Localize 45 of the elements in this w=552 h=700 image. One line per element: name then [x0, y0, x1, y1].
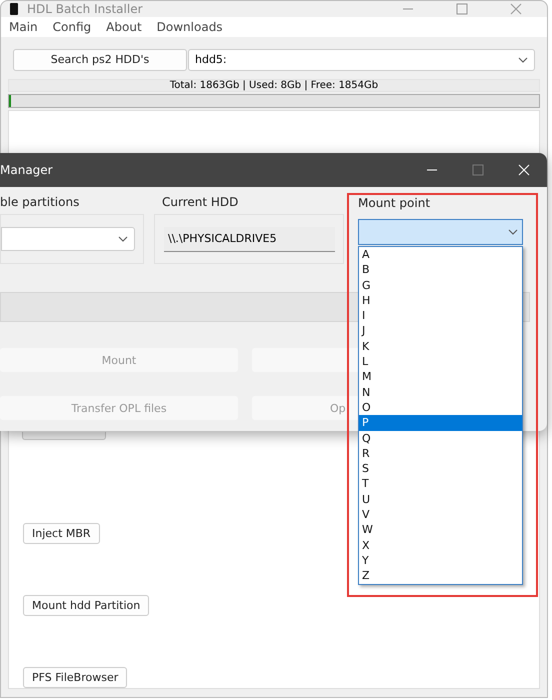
dropdown-option[interactable]: X [359, 538, 522, 553]
action-button[interactable]: PFS FileBrowser [23, 667, 128, 688]
partition-select[interactable] [1, 227, 135, 251]
dropdown-option[interactable]: W [359, 522, 522, 538]
mount-point-select[interactable] [358, 219, 523, 245]
dropdown-option[interactable]: N [359, 384, 522, 400]
app-icon [9, 2, 19, 16]
dropdown-option[interactable]: S [359, 461, 522, 476]
dropdown-option[interactable]: A [359, 247, 522, 262]
dropdown-option[interactable]: G [359, 278, 522, 293]
group-label: ble partitions [0, 195, 80, 209]
dropdown-option[interactable]: B [359, 262, 522, 278]
menu-item[interactable]: Downloads [156, 20, 223, 34]
dropdown-option[interactable]: K [359, 338, 522, 354]
dropdown-option[interactable]: V [359, 507, 522, 522]
window-title: HDL Batch Installer [27, 2, 144, 16]
hdd-select[interactable]: hdd5: [188, 48, 535, 71]
dropdown-option[interactable]: H [359, 292, 522, 308]
dropdown-option[interactable]: L [359, 354, 522, 370]
hdd-field[interactable]: \\.\PHYSICALDRIVE5 [164, 226, 335, 252]
window-title: Manager [0, 163, 54, 177]
dropdown-option[interactable]: Y [359, 552, 522, 568]
dropdown-option[interactable]: T [359, 476, 522, 492]
chevron-down-icon [508, 229, 518, 235]
dropdown-option[interactable]: O [359, 400, 522, 416]
group-label: Mount point [358, 196, 430, 210]
dropdown-option[interactable]: M [359, 369, 522, 385]
dropdown-option[interactable]: Q [359, 430, 522, 446]
dropdown-option[interactable]: P [359, 415, 522, 431]
menu-item[interactable]: About [106, 20, 142, 34]
dropdown-option[interactable]: I [359, 308, 522, 324]
disk-info: Total: 1863Gb | Used: 8Gb | Free: 1854Gb [8, 78, 540, 92]
action-button[interactable]: Mount hdd Partition [23, 595, 150, 616]
button[interactable] [22, 432, 106, 440]
action-button[interactable]: Inject MBR [23, 523, 100, 544]
chevron-down-icon [118, 236, 128, 242]
chevron-down-icon [518, 56, 528, 63]
search-button[interactable]: Search ps2 HDD's [13, 48, 187, 71]
menu-item[interactable]: Config [52, 20, 92, 34]
group-label: Current HDD [161, 195, 240, 209]
menu-item[interactable]: Main [9, 20, 38, 34]
dropdown-option[interactable]: J [359, 323, 522, 339]
dropdown-option[interactable]: R [359, 446, 522, 462]
dropdown-option[interactable]: Z [359, 568, 522, 584]
dropdown-option[interactable]: U [359, 492, 522, 508]
